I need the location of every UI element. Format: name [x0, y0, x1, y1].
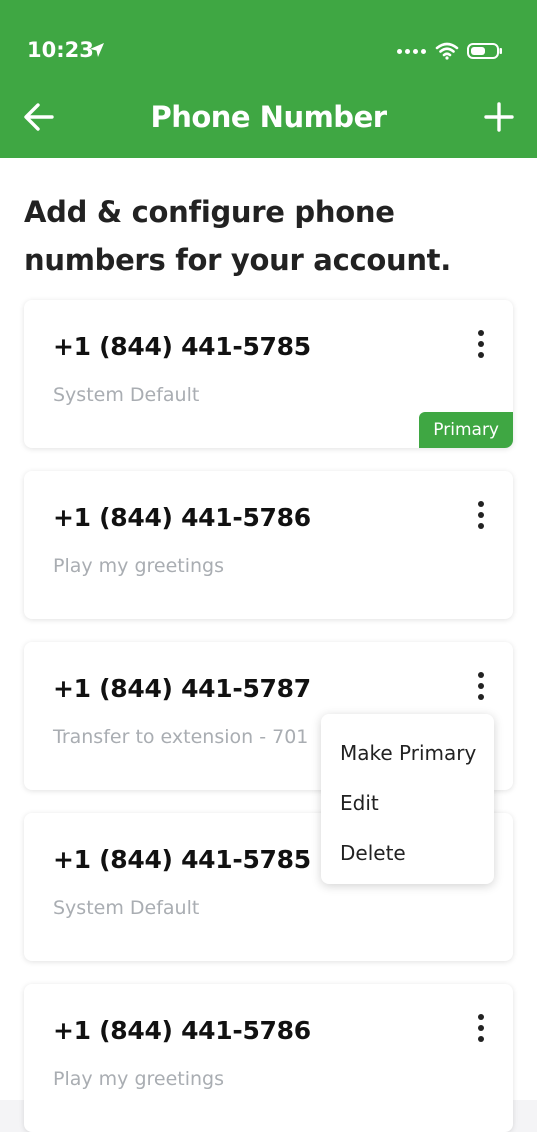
phone-number-description: Transfer to extension - 701	[53, 726, 309, 748]
phone-number-card[interactable]: +1 (844) 441-5786 Play my greetings	[24, 471, 513, 619]
phone-number-description: System Default	[53, 897, 200, 919]
phone-number-description: Play my greetings	[53, 1068, 225, 1090]
page-title: Phone Number	[150, 100, 387, 134]
location-arrow-icon	[90, 43, 104, 57]
more-options-icon[interactable]	[471, 672, 491, 712]
phone-number-card[interactable]: +1 (844) 441-5786 Play my greetings	[24, 984, 513, 1132]
status-indicators	[397, 40, 503, 62]
phone-number: +1 (844) 441-5786	[53, 1016, 311, 1045]
more-options-icon[interactable]	[471, 1014, 491, 1054]
phone-number: +1 (844) 441-5786	[53, 503, 311, 532]
primary-badge: Primary	[419, 412, 513, 448]
more-options-icon[interactable]	[471, 501, 491, 541]
intro-text: Add & configure phone numbers for your a…	[24, 195, 451, 277]
battery-icon	[467, 43, 502, 59]
wifi-icon	[435, 42, 459, 60]
phone-number-description: Play my greetings	[53, 555, 225, 577]
status-bar: 10:23	[0, 0, 537, 100]
more-options-icon[interactable]	[471, 330, 491, 370]
make-primary-menu-item[interactable]: Make Primary	[340, 741, 476, 765]
phone-number: +1 (844) 441-5785	[53, 332, 311, 361]
app-header: 10:23 Phone Number	[0, 0, 537, 158]
phone-number: +1 (844) 441-5785	[53, 845, 311, 874]
edit-menu-item[interactable]: Edit	[340, 791, 379, 815]
phone-number-description: System Default	[53, 384, 200, 406]
status-time: 10:23	[27, 38, 94, 62]
signal-dots-icon	[397, 48, 426, 54]
phone-number: +1 (844) 441-5787	[53, 674, 311, 703]
add-icon[interactable]	[483, 101, 515, 133]
phone-number-card[interactable]: +1 (844) 441-5785 System Default Primary	[24, 300, 513, 448]
delete-menu-item[interactable]: Delete	[340, 841, 406, 865]
context-menu: Make Primary Edit Delete	[321, 714, 494, 884]
